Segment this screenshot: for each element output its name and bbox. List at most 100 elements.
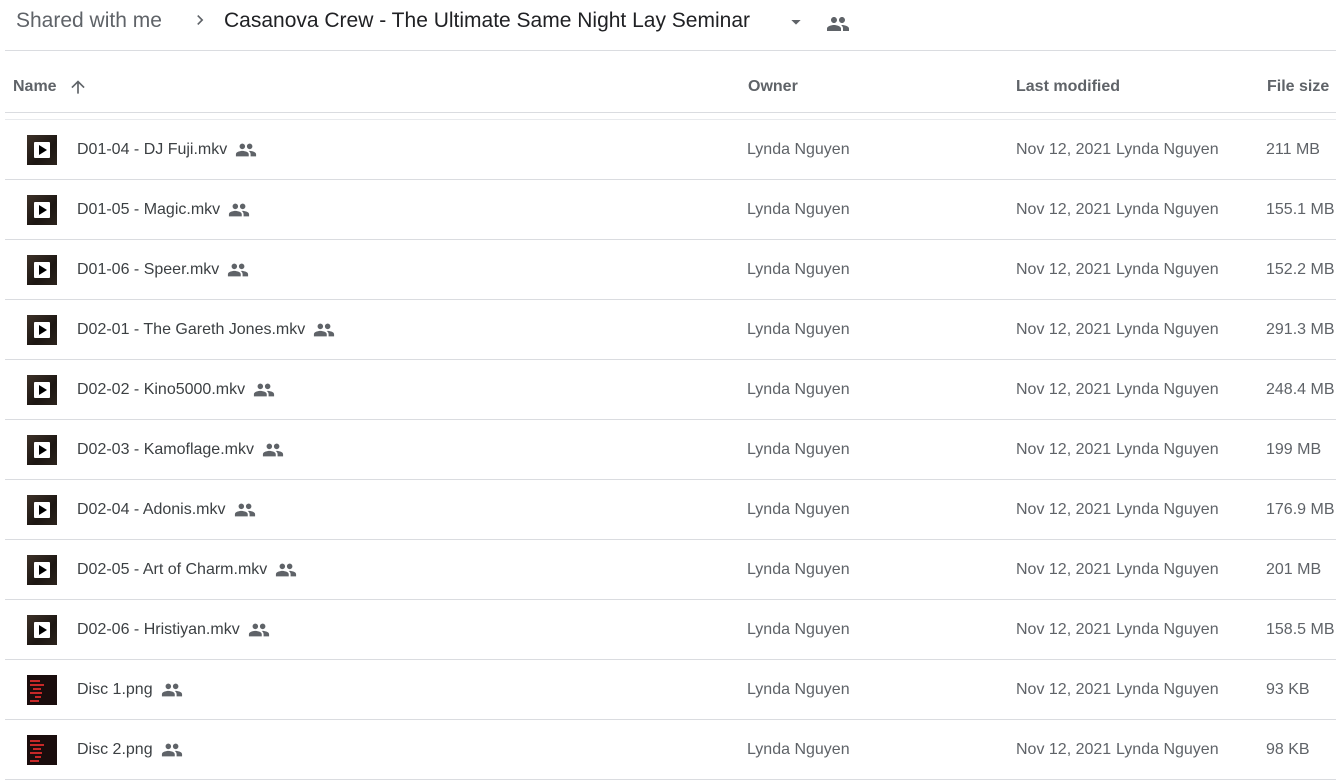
- file-size: 98 KB: [1266, 741, 1310, 758]
- file-name[interactable]: D02-01 - The Gareth Jones.mkv: [77, 321, 305, 339]
- file-owner: Lynda Nguyen: [747, 681, 850, 698]
- file-modified-by: Lynda Nguyen: [1116, 261, 1219, 278]
- caret-down-icon[interactable]: [788, 14, 804, 30]
- file-owner: Lynda Nguyen: [747, 441, 850, 458]
- file-modified-date: Nov 12, 2021: [1016, 561, 1112, 578]
- file-row[interactable]: D02-02 - Kino5000.mkv Lynda Nguyen Nov 12,…: [0, 360, 1336, 420]
- file-row[interactable]: Disc 1.png Lynda Nguyen Nov 12, 2021 Lynda …: [0, 660, 1336, 720]
- file-row[interactable]: D01-06 - Speer.mkv Lynda Nguyen Nov 12, 20…: [0, 240, 1336, 300]
- column-header-file-size[interactable]: File size: [1267, 78, 1329, 96]
- column-header-owner[interactable]: Owner: [748, 78, 798, 96]
- file-owner: Lynda Nguyen: [747, 381, 850, 398]
- file-owner: Lynda Nguyen: [747, 501, 850, 518]
- file-row[interactable]: D01-04 - DJ Fuji.mkv Lynda Nguyen Nov 12, …: [0, 120, 1336, 180]
- play-icon: [34, 562, 50, 578]
- file-modified-by: Lynda Nguyen: [1116, 201, 1219, 218]
- sort-ascending-icon[interactable]: [68, 77, 88, 97]
- file-size: 201 MB: [1266, 561, 1322, 578]
- image-thumbnail-icon: [27, 735, 57, 765]
- file-size: 211 MB: [1266, 141, 1320, 158]
- file-size: 199 MB: [1266, 441, 1322, 458]
- file-row[interactable]: D02-01 - The Gareth Jones.mkv Lynda Nguye…: [0, 300, 1336, 360]
- play-icon: [34, 142, 50, 158]
- file-name-cell: D01-05 - Magic.mkv: [77, 199, 250, 221]
- file-modified-by: Lynda Nguyen: [1116, 741, 1219, 758]
- file-owner: Lynda Nguyen: [747, 141, 850, 158]
- file-name[interactable]: D01-06 - Speer.mkv: [77, 261, 219, 279]
- file-row[interactable]: D02-04 - Adonis.mkv Lynda Nguyen Nov 12, 2…: [0, 480, 1336, 540]
- file-row[interactable]: D02-03 - Kamoflage.mkv Lynda Nguyen Nov 12…: [0, 420, 1336, 480]
- shared-people-icon: [236, 143, 257, 157]
- column-header-name[interactable]: Name: [13, 78, 57, 96]
- shared-people-icon: [161, 683, 182, 697]
- video-thumbnail-icon: [27, 615, 57, 645]
- file-modified-date: Nov 12, 2021: [1016, 321, 1112, 338]
- play-icon: [34, 442, 50, 458]
- file-list: D01-04 - DJ Fuji.mkv Lynda Nguyen Nov 12, …: [0, 120, 1336, 780]
- video-thumbnail-icon: [27, 555, 57, 585]
- shared-people-icon: [262, 443, 284, 457]
- shared-folder-icon: [827, 17, 849, 31]
- file-name[interactable]: D02-05 - Art of Charm.mkv: [77, 561, 267, 579]
- shared-people-icon: [314, 323, 335, 337]
- file-modified-date: Nov 12, 2021: [1016, 261, 1112, 278]
- shared-people-icon: [254, 383, 275, 397]
- file-modified-date: Nov 12, 2021: [1016, 501, 1112, 518]
- header-divider: [5, 112, 1336, 113]
- shared-people-icon: [276, 563, 297, 577]
- file-modified-by: Lynda Nguyen: [1116, 141, 1219, 158]
- video-thumbnail-icon: [27, 315, 57, 345]
- video-thumbnail-icon: [27, 195, 57, 225]
- shared-people-icon: [228, 263, 249, 277]
- video-thumbnail-icon: [27, 255, 57, 285]
- column-header-row: Name Owner Last modified File size: [0, 51, 1336, 113]
- breadcrumb-shared-with-me[interactable]: Shared with me: [16, 8, 162, 34]
- file-name[interactable]: D02-06 - Hristiyan.mkv: [77, 621, 240, 639]
- file-name[interactable]: D01-05 - Magic.mkv: [77, 201, 220, 219]
- file-row[interactable]: Disc 2.png Lynda Nguyen Nov 12, 2021 Lynda …: [0, 720, 1336, 780]
- file-name[interactable]: D01-04 - DJ Fuji.mkv: [77, 141, 227, 159]
- file-owner: Lynda Nguyen: [747, 741, 850, 758]
- file-modified-date: Nov 12, 2021: [1016, 441, 1112, 458]
- video-thumbnail-icon: [27, 135, 57, 165]
- file-name-cell: D02-03 - Kamoflage.mkv: [77, 439, 284, 461]
- file-row[interactable]: D01-05 - Magic.mkv Lynda Nguyen Nov 12, 20…: [0, 180, 1336, 240]
- file-name-cell: D01-06 - Speer.mkv: [77, 259, 249, 281]
- shared-people-icon: [248, 623, 269, 637]
- file-name[interactable]: D02-02 - Kino5000.mkv: [77, 381, 245, 399]
- file-name-cell: Disc 2.png: [77, 739, 183, 761]
- file-modified-by: Lynda Nguyen: [1116, 441, 1219, 458]
- column-header-last-modified[interactable]: Last modified: [1016, 78, 1120, 96]
- file-modified-date: Nov 12, 2021: [1016, 621, 1112, 638]
- file-modified-date: Nov 12, 2021: [1016, 741, 1112, 758]
- play-icon: [34, 622, 50, 638]
- file-name-cell: D01-04 - DJ Fuji.mkv: [77, 139, 257, 161]
- file-modified-by: Lynda Nguyen: [1116, 561, 1219, 578]
- file-name-cell: D02-05 - Art of Charm.mkv: [77, 559, 297, 581]
- file-name[interactable]: Disc 1.png: [77, 681, 153, 699]
- file-row[interactable]: D02-05 - Art of Charm.mkv Lynda Nguyen Nov…: [0, 540, 1336, 600]
- file-size: 291.3 MB: [1266, 321, 1335, 338]
- shared-people-icon: [161, 743, 182, 757]
- file-modified-by: Lynda Nguyen: [1116, 501, 1219, 518]
- file-size: 93 KB: [1266, 681, 1310, 698]
- file-owner: Lynda Nguyen: [747, 561, 850, 578]
- file-modified-date: Nov 12, 2021: [1016, 201, 1112, 218]
- file-size: 155.1 MB: [1266, 201, 1335, 218]
- file-size: 152.2 MB: [1266, 261, 1335, 278]
- file-row[interactable]: D02-06 - Hristiyan.mkv Lynda Nguyen Nov 12…: [0, 600, 1336, 660]
- file-name[interactable]: D02-04 - Adonis.mkv: [77, 501, 226, 519]
- file-name[interactable]: D02-03 - Kamoflage.mkv: [77, 441, 254, 459]
- file-modified-by: Lynda Nguyen: [1116, 321, 1219, 338]
- file-name-cell: D02-06 - Hristiyan.mkv: [77, 619, 270, 641]
- chevron-right-icon: [197, 15, 204, 25]
- breadcrumb-current-folder[interactable]: Casanova Crew - The Ultimate Same Night …: [224, 8, 750, 34]
- image-thumbnail-icon: [27, 675, 57, 705]
- file-modified-date: Nov 12, 2021: [1016, 141, 1112, 158]
- file-name-cell: Disc 1.png: [77, 679, 183, 701]
- file-owner: Lynda Nguyen: [747, 621, 850, 638]
- file-size: 248.4 MB: [1266, 381, 1335, 398]
- file-name-cell: D02-02 - Kino5000.mkv: [77, 379, 275, 401]
- file-name[interactable]: Disc 2.png: [77, 741, 153, 759]
- play-icon: [34, 262, 50, 278]
